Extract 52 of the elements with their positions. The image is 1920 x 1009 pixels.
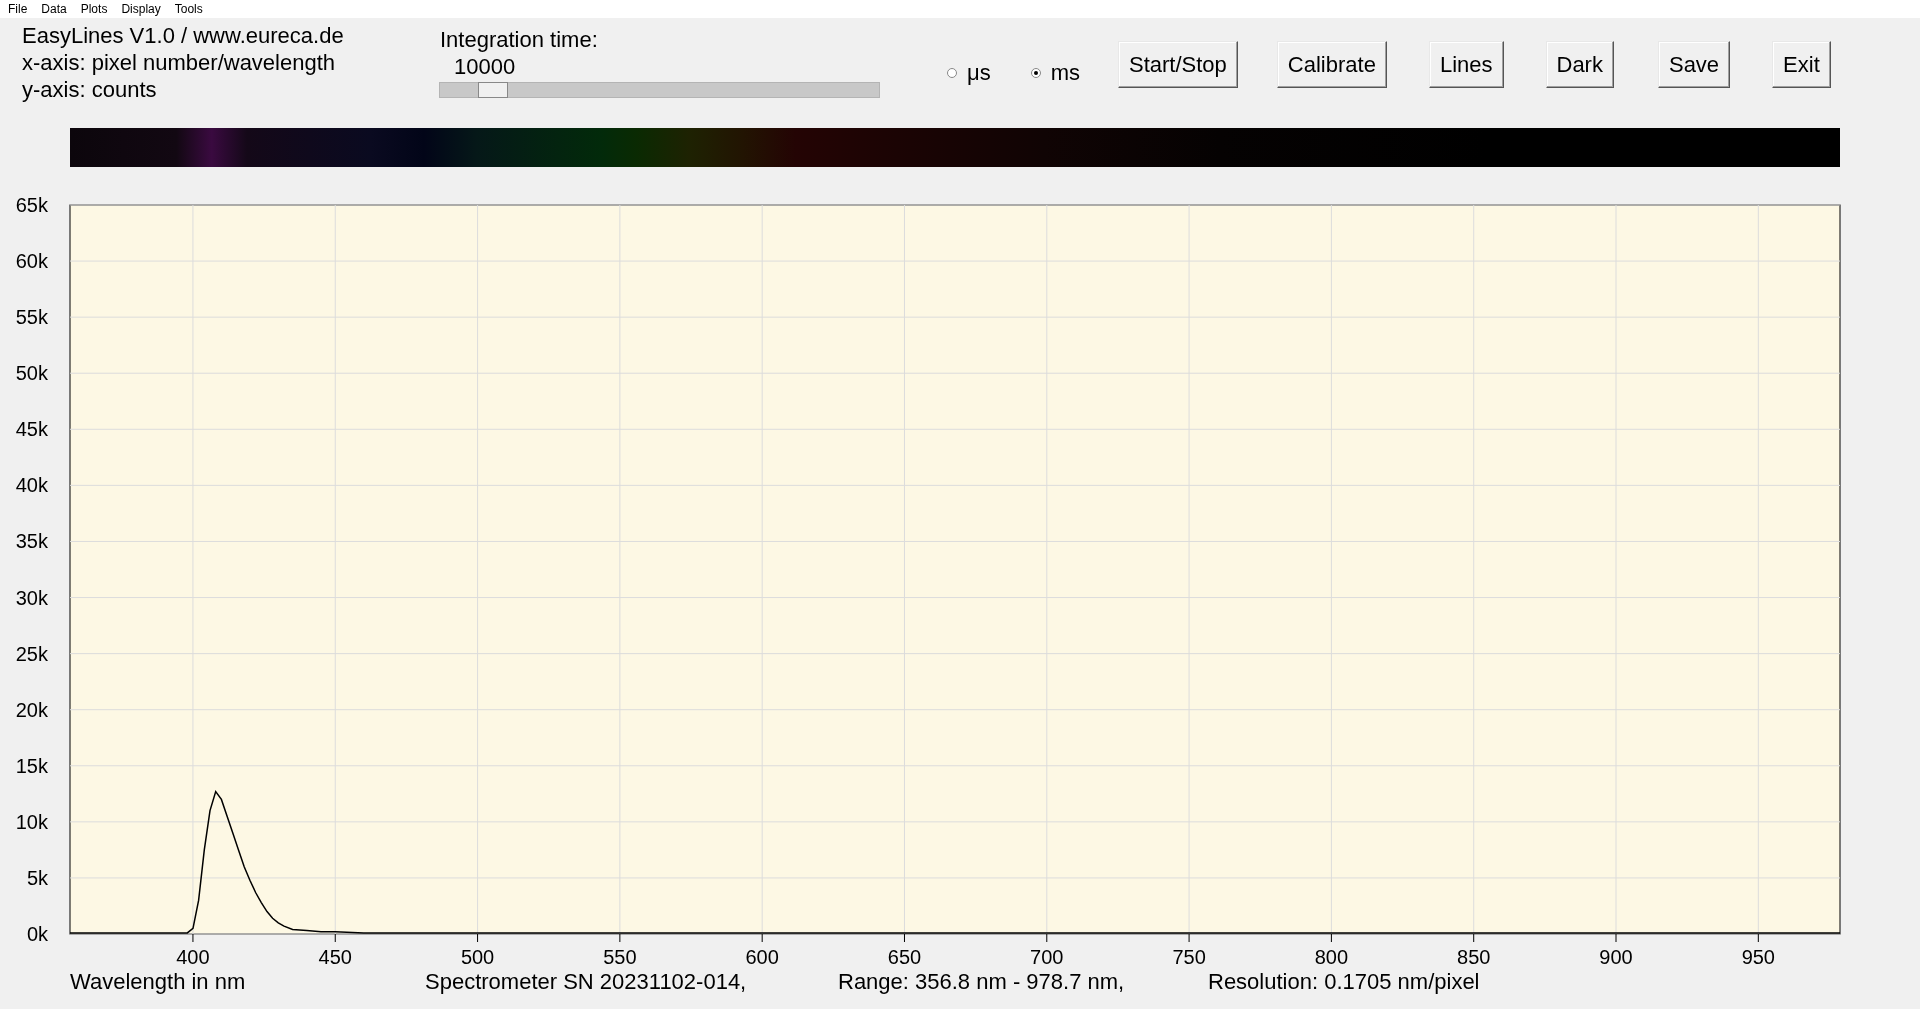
x-tick-label: 550 — [603, 946, 637, 968]
x-tick-label: 750 — [1172, 946, 1206, 968]
x-tick-label: 950 — [1741, 946, 1775, 968]
y-tick-label: 35k — [15, 530, 48, 553]
status-text: Range: 356.8 nm - 978.7 nm, — [838, 969, 1126, 995]
radio-button[interactable] — [1030, 68, 1041, 78]
y-tick-label: 60k — [15, 250, 48, 273]
y-tick-label: 65k — [15, 194, 48, 216]
info-text: EasyLines V1.0 / www.eureca.de — [22, 22, 345, 49]
y-tick-label: 25k — [15, 642, 48, 665]
y-tick-label: 10k — [15, 810, 48, 833]
integration-label: Integration time: — [439, 26, 599, 53]
toolbar-button[interactable]: Start/Stop — [1118, 41, 1238, 88]
info-text: x-axis: pixel number/wavelength — [22, 49, 337, 76]
integration-value: 10000 — [453, 53, 517, 80]
y-tick-label: 5k — [26, 866, 48, 889]
y-tick-label: 0k — [26, 923, 48, 945]
x-axis-title: Wavelength in nm — [70, 969, 247, 995]
x-tick-label: 500 — [460, 946, 495, 968]
toolbar-button[interactable]: Calibrate — [1276, 41, 1387, 88]
x-tick-label: 400 — [176, 946, 210, 968]
y-tick-label: 45k — [15, 418, 48, 441]
x-tick-label: 800 — [1314, 946, 1349, 968]
toolbar-button[interactable]: Dark — [1545, 41, 1614, 88]
y-tick-label: 55k — [15, 306, 48, 329]
y-tick-label: 20k — [15, 698, 48, 721]
y-tick-label: 40k — [15, 474, 48, 497]
y-tick-label: 15k — [15, 754, 48, 777]
x-tick-label: 650 — [887, 946, 922, 968]
menu-item[interactable]: Display — [121, 1, 161, 17]
toolbar-button[interactable]: Exit — [1772, 41, 1831, 88]
y-tick-label: 30k — [15, 586, 48, 609]
toolbar-button[interactable]: Save — [1657, 41, 1731, 88]
status-text: Resolution: 0.1705 nm/pixel — [1208, 969, 1481, 995]
radio-button[interactable] — [947, 68, 957, 78]
x-tick-label: 900 — [1599, 946, 1633, 968]
x-tick-label: 450 — [318, 946, 352, 968]
info-text: y-axis: counts — [22, 76, 158, 103]
status-text: Spectrometer SN 20231102-014, — [425, 969, 748, 995]
x-tick-label: 850 — [1457, 946, 1491, 968]
y-tick-label: 50k — [15, 362, 48, 385]
menu-item[interactable]: Plots — [80, 1, 108, 17]
x-tick-label: 600 — [745, 946, 779, 968]
radio-label[interactable]: ms — [1050, 60, 1080, 86]
menu-item[interactable]: File — [8, 1, 28, 17]
toolbar-button[interactable]: Lines — [1428, 41, 1504, 88]
x-tick-label: 700 — [1030, 946, 1064, 968]
menu-item[interactable]: Tools — [174, 1, 203, 17]
slider-thumb[interactable] — [477, 82, 508, 98]
menu-item[interactable]: Data — [41, 1, 67, 17]
radio-label[interactable]: μs — [967, 60, 991, 86]
slider-track[interactable] — [439, 82, 880, 98]
